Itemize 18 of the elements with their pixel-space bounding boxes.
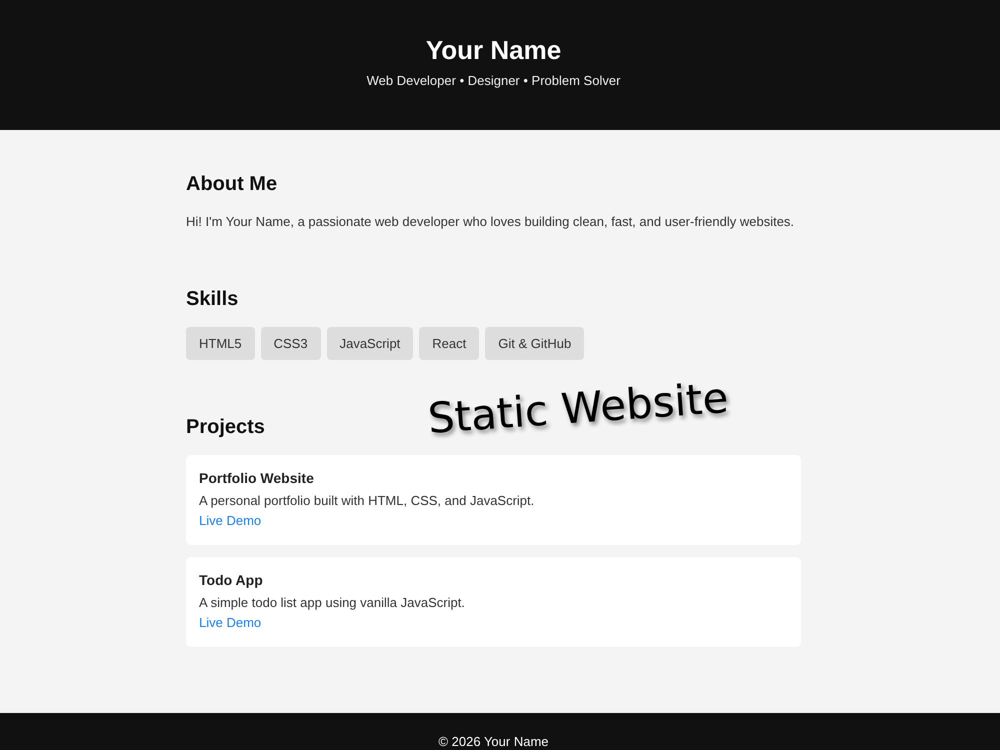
project-title: Todo App xyxy=(199,572,263,588)
skill-tag: HTML5 xyxy=(186,327,255,360)
about-paragraph: Hi! I'm Your Name, a passionate web developer who loves building clean, fast, and user-friendly websites. xyxy=(186,213,796,231)
skill-tag: Git & GitHub xyxy=(485,327,584,360)
project-title: Portfolio Website xyxy=(199,470,314,486)
copyright-text: © 2026 Your Name xyxy=(438,735,549,750)
skill-tag: JavaScript xyxy=(326,327,414,360)
site-title: Your Name xyxy=(426,35,562,65)
overlay-caption: Static Website xyxy=(426,375,730,442)
section-heading: About Me xyxy=(186,172,278,196)
live-demo-link[interactable]: Live Demo xyxy=(199,513,262,529)
project-description: A simple todo list app using vanilla JavaScript. xyxy=(199,595,465,611)
site-tagline: Web Developer • Designer • Problem Solver xyxy=(366,73,620,89)
section-heading: Skills xyxy=(186,287,240,311)
skill-tag: React xyxy=(419,327,480,360)
skill-tag: CSS3 xyxy=(260,327,321,360)
project-description: A personal portfolio built with HTML, CSS, and JavaScript. xyxy=(199,493,534,509)
live-demo-link[interactable]: Live Demo xyxy=(199,615,262,631)
